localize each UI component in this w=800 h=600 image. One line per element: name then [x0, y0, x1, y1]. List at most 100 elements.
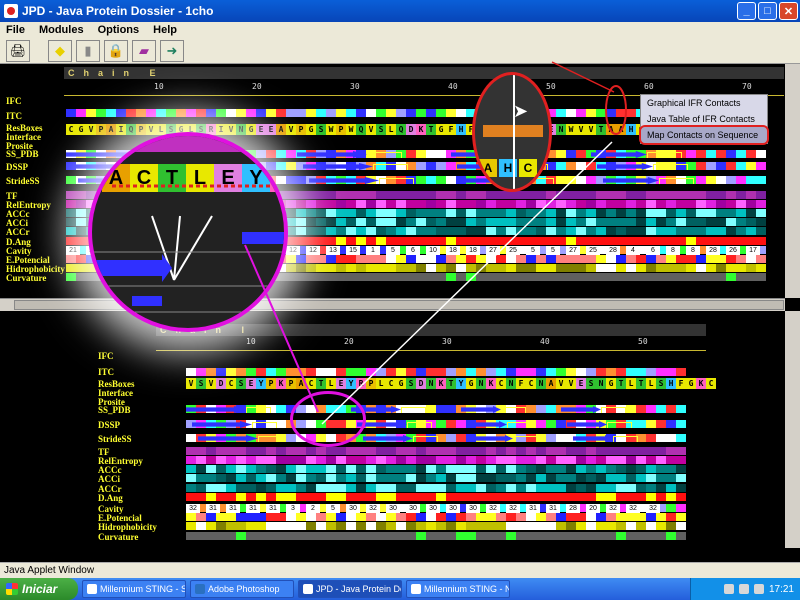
residue[interactable]: A: [276, 124, 286, 135]
residue[interactable]: N: [426, 378, 436, 389]
residue[interactable]: L: [156, 124, 166, 135]
residue[interactable]: V: [586, 124, 596, 135]
residue[interactable]: T: [446, 378, 456, 389]
residue[interactable]: V: [86, 124, 96, 135]
residue[interactable]: H: [626, 124, 636, 135]
residue[interactable]: G: [606, 378, 616, 389]
residue[interactable]: N: [506, 378, 516, 389]
residue[interactable]: E: [266, 124, 276, 135]
close-button[interactable]: ✕: [779, 2, 798, 20]
residue[interactable]: D: [406, 124, 416, 135]
menu-options[interactable]: Options: [98, 24, 140, 36]
residue[interactable]: F: [446, 124, 456, 135]
residue[interactable]: C: [386, 378, 396, 389]
residue[interactable]: C: [706, 378, 716, 389]
tray-icon[interactable]: [738, 584, 749, 594]
residue[interactable]: G: [306, 124, 316, 135]
residue[interactable]: N: [556, 124, 566, 135]
residue[interactable]: D: [216, 378, 226, 389]
residue[interactable]: D: [416, 378, 426, 389]
residue[interactable]: G: [466, 378, 476, 389]
residue[interactable]: K: [696, 378, 706, 389]
maximize-button[interactable]: □: [758, 2, 777, 20]
residue[interactable]: P: [136, 124, 146, 135]
residue[interactable]: E: [246, 378, 256, 389]
residue[interactable]: R: [356, 378, 366, 389]
residue[interactable]: T: [596, 124, 606, 135]
residue[interactable]: A: [296, 378, 306, 389]
residue[interactable]: A: [546, 378, 556, 389]
residue[interactable]: P: [266, 378, 276, 389]
residue[interactable]: N: [476, 378, 486, 389]
residue[interactable]: V: [186, 378, 196, 389]
residue[interactable]: A: [106, 124, 116, 135]
residue[interactable]: C: [306, 378, 316, 389]
residue[interactable]: I: [116, 124, 126, 135]
residue[interactable]: P: [286, 378, 296, 389]
erase-button[interactable]: ◆: [48, 39, 72, 62]
residue[interactable]: H: [456, 124, 466, 135]
residue[interactable]: G: [436, 124, 446, 135]
residue[interactable]: E: [336, 378, 346, 389]
residue[interactable]: V: [146, 124, 156, 135]
tray-icon[interactable]: [723, 584, 734, 594]
residue[interactable]: L: [386, 124, 396, 135]
residue[interactable]: T: [616, 378, 626, 389]
residue[interactable]: T: [426, 124, 436, 135]
residue[interactable]: K: [416, 124, 426, 135]
menu-file[interactable]: File: [6, 24, 25, 36]
task-jpd[interactable]: JPD - Java Protein Do...: [298, 580, 402, 598]
menu-graphical-ifr[interactable]: Graphical IFR Contacts: [641, 95, 767, 111]
residue[interactable]: G: [76, 124, 86, 135]
residue[interactable]: Q: [396, 124, 406, 135]
residue[interactable]: S: [656, 378, 666, 389]
task-photoshop[interactable]: Adobe Photoshop: [190, 580, 294, 598]
book-button[interactable]: ▰: [132, 39, 156, 62]
task-sting-1[interactable]: Millennium STING - Se...: [82, 580, 186, 598]
vertical-scrollbar-top[interactable]: [785, 64, 800, 298]
residue[interactable]: W: [346, 124, 356, 135]
delete-button[interactable]: ▮: [76, 39, 100, 62]
residue[interactable]: K: [436, 378, 446, 389]
residue[interactable]: I: [216, 124, 226, 135]
residue[interactable]: V: [226, 124, 236, 135]
residue[interactable]: Y: [256, 378, 266, 389]
residue[interactable]: F: [676, 378, 686, 389]
residue[interactable]: S: [316, 124, 326, 135]
residue[interactable]: W: [566, 124, 576, 135]
residue[interactable]: N: [236, 124, 246, 135]
residue[interactable]: V: [286, 124, 296, 135]
residue[interactable]: L: [326, 378, 336, 389]
residue[interactable]: S: [376, 124, 386, 135]
residue[interactable]: A: [616, 124, 626, 135]
sequence-chain-i[interactable]: VSVDCSEYPKPACTLEYRPLCGSDNKTYGNKCNFCNAVVE…: [186, 378, 716, 389]
residue[interactable]: L: [376, 378, 386, 389]
residue[interactable]: A: [606, 124, 616, 135]
task-sting-2[interactable]: Millennium STING - Ne...: [406, 580, 510, 598]
residue[interactable]: V: [566, 378, 576, 389]
residue[interactable]: P: [296, 124, 306, 135]
exit-button[interactable]: ➜: [160, 39, 184, 62]
vertical-scrollbar-bottom[interactable]: [785, 311, 800, 548]
residue[interactable]: K: [276, 378, 286, 389]
residue[interactable]: T: [316, 378, 326, 389]
menu-java-table-ifr[interactable]: Java Table of IFR Contacts: [641, 111, 767, 127]
residue[interactable]: C: [226, 378, 236, 389]
residue[interactable]: H: [666, 378, 676, 389]
sequence-chain-e[interactable]: CGVPAIQPVLSGLSRIVNGEEAVPGSWPWQVSLQDKTGFH…: [66, 124, 666, 135]
print-button[interactable]: 🖨: [6, 39, 30, 62]
chain-i-panel[interactable]: Chain I 10 20 30 40 50 IFCITCResBoxesInt…: [0, 311, 785, 548]
residue[interactable]: V: [576, 124, 586, 135]
residue[interactable]: G: [396, 378, 406, 389]
residue[interactable]: K: [486, 378, 496, 389]
residue[interactable]: G: [686, 378, 696, 389]
residue[interactable]: F: [516, 378, 526, 389]
residue[interactable]: G: [246, 124, 256, 135]
start-button[interactable]: Iniciar: [0, 578, 78, 600]
residue[interactable]: C: [496, 378, 506, 389]
menu-modules[interactable]: Modules: [39, 24, 84, 36]
residue[interactable]: L: [646, 378, 656, 389]
residue[interactable]: S: [406, 378, 416, 389]
residue[interactable]: S: [236, 378, 246, 389]
residue[interactable]: Y: [456, 378, 466, 389]
